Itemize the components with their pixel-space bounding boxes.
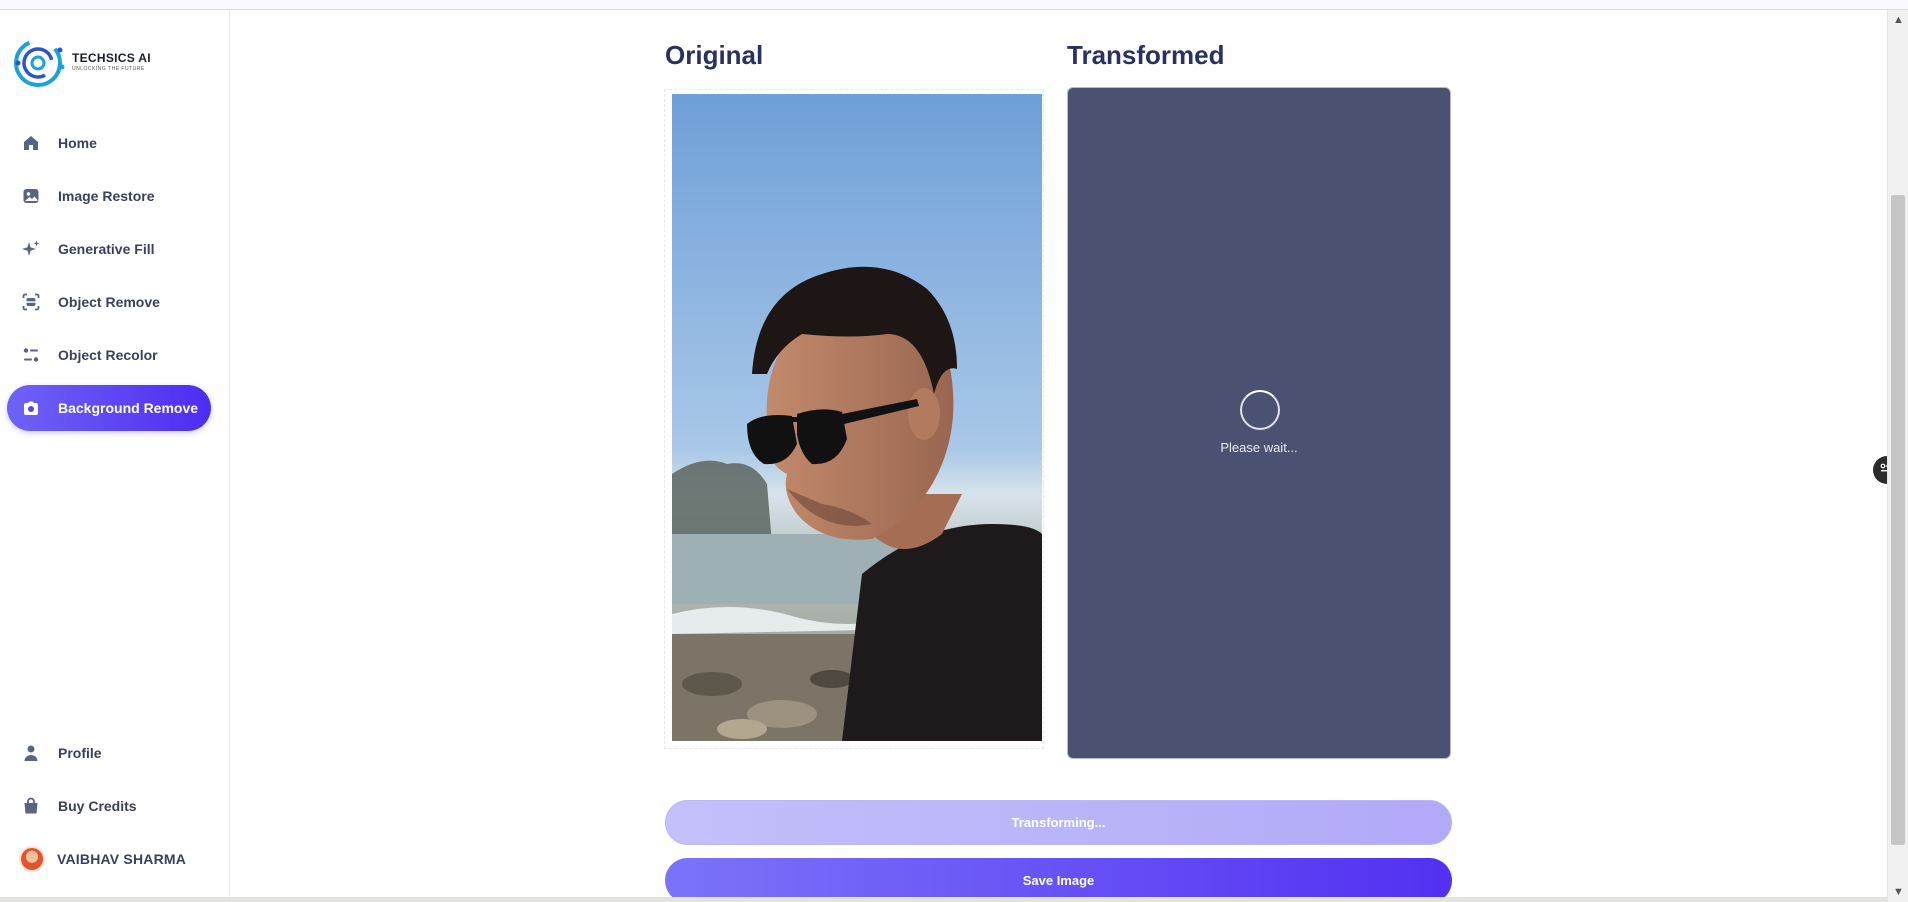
bottom-edge bbox=[0, 897, 1887, 902]
loading-text: Please wait... bbox=[1220, 440, 1298, 455]
scroll-down-icon[interactable]: ▼ bbox=[1893, 886, 1904, 898]
original-title: Original bbox=[665, 40, 764, 70]
sidebar-bottom-nav: Profile Buy Credits VAIBHAV SHARMA bbox=[7, 730, 211, 882]
sidebar-item-object-remove[interactable]: Object Remove bbox=[7, 279, 211, 325]
sidebar-item-label: Object Remove bbox=[58, 294, 160, 310]
loading-spinner-icon bbox=[1240, 390, 1280, 430]
sidebar-item-label: Buy Credits bbox=[58, 798, 137, 814]
image-icon bbox=[21, 186, 41, 206]
transform-button[interactable]: Transforming... bbox=[665, 800, 1452, 845]
sidebar-item-background-remove[interactable]: Background Remove bbox=[7, 385, 211, 431]
sidebar-item-buy-credits[interactable]: Buy Credits bbox=[7, 783, 211, 829]
scrollbar-thumb[interactable] bbox=[1891, 195, 1905, 845]
home-icon bbox=[21, 133, 41, 153]
logo-mark-icon bbox=[14, 36, 66, 88]
brand-tagline: UNLOCKING THE FUTURE bbox=[72, 66, 145, 72]
sidebar-item-label: Image Restore bbox=[58, 188, 155, 204]
user-name: VAIBHAV SHARMA bbox=[57, 851, 187, 867]
sidebar-item-label: Home bbox=[58, 135, 97, 151]
brand-name: TECHSICS AI bbox=[72, 51, 151, 65]
avatar bbox=[19, 846, 45, 872]
bag-icon bbox=[21, 796, 41, 816]
camera-icon bbox=[21, 398, 41, 418]
save-image-button[interactable]: Save Image bbox=[665, 858, 1452, 902]
scan-icon bbox=[21, 292, 41, 312]
user-profile[interactable]: VAIBHAV SHARMA bbox=[7, 836, 211, 882]
sidebar-item-label: Generative Fill bbox=[58, 241, 155, 257]
browser-top-bar bbox=[0, 0, 1908, 10]
vertical-scrollbar[interactable]: ▲ ▼ bbox=[1887, 10, 1908, 902]
sidebar-item-image-restore[interactable]: Image Restore bbox=[7, 173, 211, 219]
sidebar-item-generative-fill[interactable]: Generative Fill bbox=[7, 226, 211, 272]
transformed-title: Transformed bbox=[1067, 40, 1225, 70]
sidebar-item-profile[interactable]: Profile bbox=[7, 730, 211, 776]
sidebar-item-home[interactable]: Home bbox=[7, 120, 211, 166]
user-icon bbox=[21, 743, 41, 763]
sidebar-nav: Home Image Restore Generative Fill Objec… bbox=[7, 120, 211, 438]
sidebar-item-object-recolor[interactable]: Object Recolor bbox=[7, 332, 211, 378]
sidebar-item-label: Object Recolor bbox=[58, 347, 158, 363]
sparkles-icon bbox=[21, 239, 41, 259]
scroll-up-icon[interactable]: ▲ bbox=[1893, 14, 1904, 26]
transformed-preview: Please wait... bbox=[1067, 87, 1451, 759]
original-image bbox=[672, 94, 1042, 741]
sidebar-item-label: Background Remove bbox=[58, 400, 199, 416]
sidebar-item-label: Profile bbox=[58, 745, 102, 761]
filter-icon bbox=[21, 345, 41, 365]
logo[interactable]: TECHSICS AI UNLOCKING THE FUTURE bbox=[14, 36, 151, 88]
main-content: Original Transformed Please wait... Tran… bbox=[231, 10, 1887, 902]
sidebar: TECHSICS AI UNLOCKING THE FUTURE Home Im… bbox=[0, 10, 230, 902]
